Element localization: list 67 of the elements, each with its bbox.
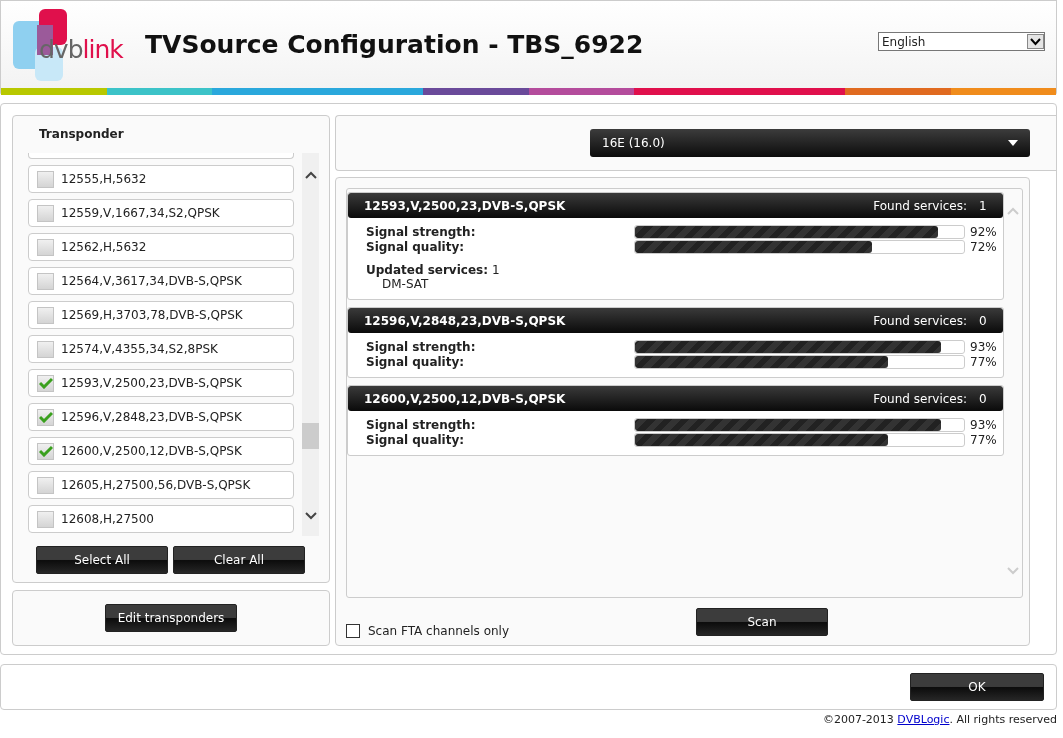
transponder-row[interactable]: 12562,H,5632 — [28, 233, 294, 261]
found-services-count: 0 — [979, 391, 987, 406]
signal-reading: 92% — [970, 224, 997, 239]
signal-reading: 93% — [970, 417, 997, 432]
transponder-label: 12605,H,27500,56,DVB-S,QPSK — [61, 478, 251, 492]
checkbox-label: Scan FTA channels only — [368, 624, 510, 638]
ok-button[interactable]: OK — [910, 673, 1044, 701]
transponder-row[interactable]: 12564,V,3617,34,DVB-S,QPSK — [28, 267, 294, 295]
transponder-label: 12562,H,5632 — [61, 240, 147, 254]
transponder-label: 12559,V,1667,34,S2,QPSK — [61, 206, 220, 220]
found-services-label: Found services: — [873, 313, 968, 328]
signal-reading: 72% — [970, 239, 997, 254]
satellite-dropdown[interactable]: 16E (16.0) — [590, 129, 1030, 157]
signal-label: Signal quality: — [366, 432, 466, 447]
found-services-label: Found services: — [873, 198, 968, 213]
transponder-label: 12569,H,3703,78,DVB-S,QPSK — [61, 308, 243, 322]
copyright-text: ©2007-2013 DVBLogic. All rights reserved — [822, 713, 1057, 726]
transponder-name: 12593,V,2500,23,DVB-S,QPSK — [364, 198, 567, 213]
scrollbar[interactable] — [302, 153, 319, 536]
transponder-row[interactable]: 12593,V,2500,23,DVB-S,QPSK — [28, 369, 294, 397]
found-services-label: Found services: — [873, 391, 968, 406]
service-name: DM-SAT — [381, 277, 430, 291]
transponder-row[interactable]: 12596,V,2848,23,DVB-S,QPSK — [28, 403, 294, 431]
edit-transponders-button[interactable]: Edit transponders — [104, 604, 238, 632]
transponder-label: 12608,H,27500 — [61, 512, 154, 526]
transponder-label: 12596,V,2848,23,DVB-S,QPSK — [61, 410, 242, 424]
scan-button[interactable]: Scan — [696, 608, 828, 636]
found-services-count: 0 — [979, 313, 987, 328]
transponder-row[interactable]: 12559,V,1667,34,S2,QPSK — [28, 199, 294, 227]
panel-heading: Transponder — [38, 126, 125, 142]
signal-reading: 93% — [970, 339, 997, 354]
transponder-label: 12555,H,5632 — [61, 172, 147, 186]
signal-label: Signal quality: — [366, 354, 466, 369]
transponder-label: 12574,V,4355,34,S2,8PSK — [61, 342, 218, 356]
transponder-row[interactable]: 12574,V,4355,34,S2,8PSK — [28, 335, 294, 363]
signal-label: Signal strength: — [366, 417, 477, 432]
transponder-name: 12596,V,2848,23,DVB-S,QPSK — [364, 313, 567, 328]
transponder-name: 12600,V,2500,12,DVB-S,QPSK — [364, 391, 567, 406]
checkbox[interactable] — [346, 624, 360, 638]
transponder-label: 12593,V,2500,23,DVB-S,QPSK — [61, 376, 242, 390]
signal-label: Signal strength: — [366, 224, 477, 239]
chevron-up-icon[interactable] — [304, 171, 317, 179]
language-dropdown[interactable]: English — [878, 32, 1045, 51]
checkmark-icon — [38, 411, 53, 423]
action-button[interactable]: Select All — [36, 546, 168, 574]
signal-reading: 77% — [970, 354, 997, 369]
transponder-row[interactable]: 12555,H,5632 — [28, 165, 294, 193]
transponder-row[interactable]: 12605,H,27500,56,DVB-S,QPSK — [28, 471, 294, 499]
transponder-label: 12600,V,2500,12,DVB-S,QPSK — [61, 444, 242, 458]
scrollbar-thumb[interactable] — [302, 423, 319, 449]
caret-icon — [1027, 34, 1044, 49]
transponder-label: 12564,V,3617,34,DVB-S,QPSK — [61, 274, 242, 288]
transponder-row[interactable]: 12569,H,3703,78,DVB-S,QPSK — [28, 301, 294, 329]
updated-services-label: Updated services: — [366, 263, 488, 277]
found-services-count: 1 — [979, 198, 987, 213]
checkmark-icon — [38, 377, 53, 389]
checkmark-icon — [38, 445, 53, 457]
signal-label: Signal strength: — [366, 339, 477, 354]
chevron-down-icon[interactable] — [304, 512, 317, 520]
window-title: TVSource Configuration - TBS_6922 — [145, 30, 645, 59]
action-button[interactable]: Clear All — [173, 546, 305, 574]
signal-label: Signal quality: — [366, 239, 466, 254]
signal-reading: 77% — [970, 432, 997, 447]
transponder-row[interactable]: 12608,H,27500 — [28, 505, 294, 533]
updated-services-count: 1 — [492, 263, 500, 277]
caret-icon — [1008, 140, 1018, 146]
transponder-row[interactable]: 12600,V,2500,12,DVB-S,QPSK — [28, 437, 294, 465]
